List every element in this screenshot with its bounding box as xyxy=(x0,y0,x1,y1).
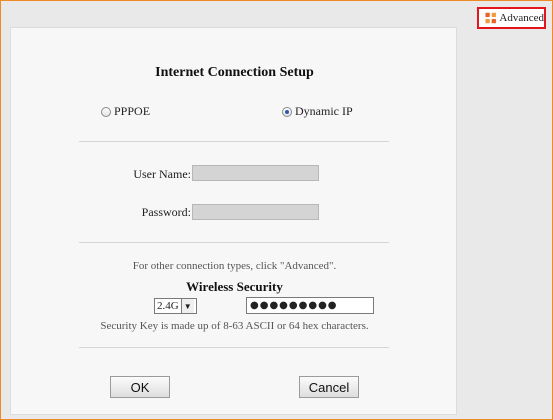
username-field[interactable] xyxy=(192,165,319,181)
chevron-down-icon[interactable]: ▼ xyxy=(180,299,194,313)
password-label: Password: xyxy=(141,205,191,219)
security-key-hint: Security Key is made up of 8-63 ASCII or… xyxy=(100,320,369,332)
cancel-button[interactable]: Cancel xyxy=(299,376,359,398)
radio-pppoe-label: PPPOE xyxy=(114,104,151,118)
setup-panel: Internet Connection Setup PPPOE Dynamic … xyxy=(10,27,457,415)
divider xyxy=(79,347,389,348)
divider xyxy=(79,141,389,142)
advanced-button[interactable]: Advanced xyxy=(477,7,546,29)
advanced-note: For other connection types, click "Advan… xyxy=(132,260,337,272)
band-select[interactable]: 2.4G ▼ xyxy=(154,298,197,314)
security-key-field[interactable]: ●●●●●●●●● xyxy=(246,297,374,314)
radio-dynamic-ip-circle[interactable] xyxy=(282,106,292,117)
wireless-security-title: Wireless Security xyxy=(186,279,283,294)
radio-dynamic-ip[interactable]: Dynamic IP xyxy=(282,104,353,119)
divider xyxy=(79,242,389,243)
radio-dynamic-ip-label: Dynamic IP xyxy=(295,104,353,118)
page-title: Internet Connection Setup xyxy=(155,65,314,80)
username-label: User Name: xyxy=(133,167,191,181)
ok-button[interactable]: OK xyxy=(110,376,170,398)
gear-icon xyxy=(485,12,496,24)
password-field[interactable] xyxy=(192,204,319,220)
radio-pppoe-circle[interactable] xyxy=(101,106,111,117)
band-select-value: 2.4G xyxy=(157,300,179,312)
radio-pppoe[interactable]: PPPOE xyxy=(101,104,150,119)
advanced-label: Advanced xyxy=(499,12,544,24)
